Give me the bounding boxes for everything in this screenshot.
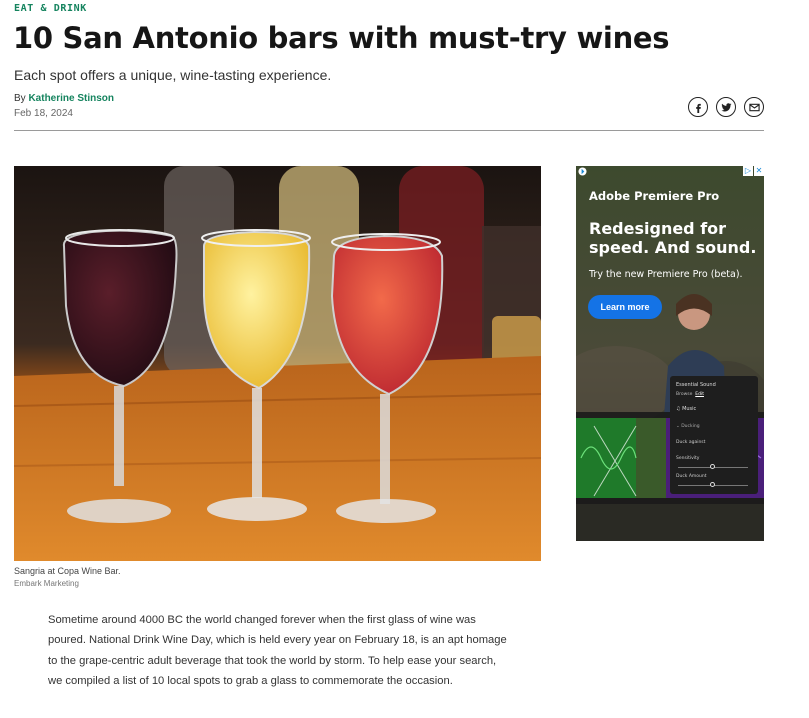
share-twitter-button[interactable] xyxy=(716,97,736,117)
ad-panel-music: ♫ Music xyxy=(676,406,696,412)
adchoices-icon[interactable]: ▷ xyxy=(743,166,753,176)
ad-essential-sound-panel: Essential Sound Browse Edit ♫ Music ⌄ Du… xyxy=(670,376,758,494)
advertisement[interactable]: ▷ ✕ Adobe Premiere Pro Redesigned for sp… xyxy=(576,166,764,541)
ad-panel-sensitivity: Sensitivity xyxy=(676,456,700,461)
share-email-button[interactable] xyxy=(744,97,764,117)
ad-panel-sensitivity-knob xyxy=(710,464,715,469)
publish-date: Feb 18, 2024 xyxy=(14,108,73,119)
ad-panel-duck-against: Duck against xyxy=(676,440,706,445)
ad-panel-music-label: Music xyxy=(682,406,697,412)
chevron-down-icon: ⌄ xyxy=(676,424,680,429)
ad-panel-duck-amount-knob xyxy=(710,482,715,487)
header-divider xyxy=(14,130,764,131)
author-link[interactable]: Katherine Stinson xyxy=(28,93,114,104)
article-dek: Each spot offers a unique, wine-tasting … xyxy=(14,67,332,83)
ad-learn-more-button[interactable]: Learn more xyxy=(588,295,662,319)
ad-panel-tab-browse: Browse xyxy=(676,392,693,397)
section-kicker-link[interactable]: EAT & DRINK xyxy=(14,3,87,14)
hero-image xyxy=(14,166,541,561)
byline: By Katherine Stinson xyxy=(14,93,114,104)
ad-panel-tabs: Browse Edit xyxy=(676,392,704,397)
byline-prefix: By xyxy=(14,93,29,104)
article-body-paragraph: Sometime around 4000 BC the world change… xyxy=(48,614,507,688)
ad-subheadline: Try the new Premiere Pro (beta). xyxy=(589,269,743,280)
image-caption: Sangria at Copa Wine Bar. xyxy=(14,566,121,576)
ad-choice-icon[interactable] xyxy=(578,167,587,176)
facebook-icon xyxy=(695,103,701,113)
ad-brand-name: Adobe Premiere Pro xyxy=(589,189,720,203)
ad-panel-ducking-label: Ducking xyxy=(681,424,700,429)
twitter-icon xyxy=(720,102,732,111)
ad-panel-ducking: ⌄ Ducking xyxy=(676,424,700,429)
article-headline: 10 San Antonio bars with must-try wines xyxy=(13,21,670,55)
music-note-icon: ♫ xyxy=(676,406,681,412)
ad-panel-duck-amount: Duck Amount xyxy=(676,474,707,479)
ad-close-badge[interactable]: ▷ ✕ xyxy=(743,166,764,176)
email-icon xyxy=(748,103,760,111)
image-credit: Embark Marketing xyxy=(14,579,79,588)
ad-panel-title: Essential Sound xyxy=(676,382,716,388)
ad-headline: Redesigned for speed. And sound. xyxy=(589,219,757,257)
close-icon[interactable]: ✕ xyxy=(754,166,764,176)
share-facebook-button[interactable] xyxy=(688,97,708,117)
ad-panel-tab-edit: Edit xyxy=(695,392,704,397)
